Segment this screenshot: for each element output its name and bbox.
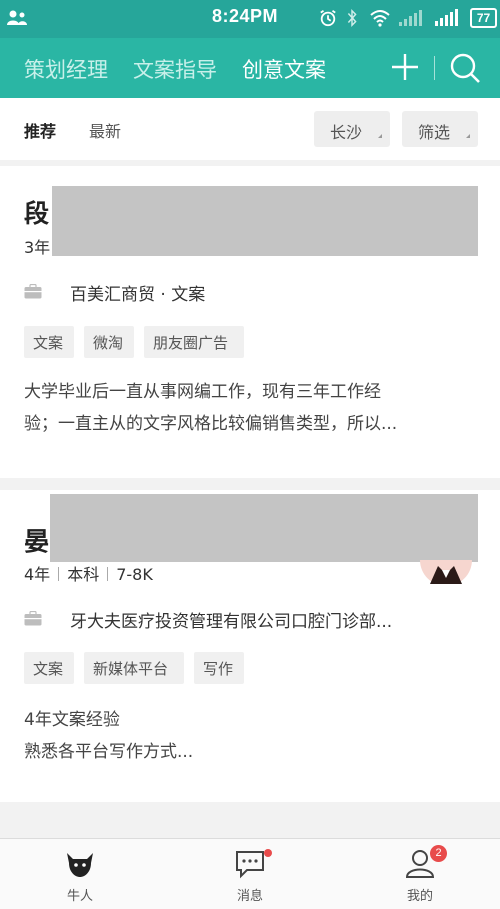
bottom-nav-messages[interactable]: 消息 [190, 839, 310, 909]
bottom-nav-label: 消息 [236, 889, 263, 904]
bottom-nav-profile[interactable]: 2 我的 [360, 839, 480, 909]
signal-icon [399, 10, 422, 26]
avatar[interactable] [418, 560, 474, 584]
skill-tag: 文案 [24, 326, 74, 358]
dropdown-triangle-icon [466, 134, 470, 138]
candidate-summary: 4年文案经验 熟悉各平台写作方式... [24, 704, 193, 768]
filter-tab-recommended[interactable]: 推荐 [24, 118, 56, 142]
bottom-nav-label: 我的 [406, 889, 433, 904]
nav-divider [434, 56, 435, 80]
candidate-card[interactable]: 晏 4年 本科 7-8K 牙大夫医疗投资管理有限公司口腔门诊部... 文案 新媒体平… [0, 490, 500, 802]
city-select[interactable]: 长沙 [314, 111, 390, 147]
redacted-block [52, 186, 478, 256]
redacted-block [50, 494, 478, 562]
company-row: 牙大夫医疗投资管理有限公司口腔门诊部... [24, 607, 494, 632]
filter-bar: 推荐 最新 长沙 筛选 [0, 98, 500, 160]
wifi-icon [370, 10, 390, 27]
bottom-nav-label: 牛人 [66, 889, 93, 904]
bottom-nav: 牛人 消息 2 我的 [0, 838, 500, 909]
skill-tag: 新媒体平台 [84, 652, 184, 684]
candidate-meta: 3年 [24, 238, 51, 257]
candidate-meta: 4年 本科 7-8K [24, 561, 153, 585]
bottom-nav-talents[interactable]: 牛人 [20, 839, 140, 909]
plus-icon[interactable] [390, 52, 420, 82]
briefcase-icon [24, 611, 42, 626]
skill-tag: 微淘 [84, 326, 134, 358]
education-level: 本科 [67, 565, 100, 584]
experience-years: 4年 [24, 565, 51, 584]
search-icon[interactable] [449, 52, 481, 84]
salary-range: 7-8K [116, 565, 153, 584]
skill-tag: 写作 [194, 652, 244, 684]
company-row: 百美汇商贸 · 文案 [24, 280, 484, 305]
candidate-card[interactable]: 段 3年 百美汇商贸 · 文案 文案 微淘 朋友圈广告 大学毕业后一直从事网编工… [0, 166, 500, 478]
tab-copy-director[interactable]: 文案指导 [133, 54, 217, 84]
summary-line: 验；一直主从的文字风格比较偏销售类型，所以... [24, 414, 398, 434]
tab-planning-manager[interactable]: 策划经理 [24, 54, 108, 84]
bluetooth-icon [347, 9, 357, 27]
summary-line: 大学毕业后一直从事网编工作，现有三年工作经 [24, 382, 381, 402]
status-time: 8:24PM [212, 6, 279, 26]
candidate-name: 晏 [24, 527, 50, 556]
top-nav: 策划经理 文案指导 创意文案 [0, 38, 500, 98]
company-name: 百美汇商贸 · 文案 [70, 285, 206, 305]
summary-line: 熟悉各平台写作方式... [24, 742, 194, 762]
signal-icon [435, 9, 458, 26]
notification-badge: 2 [430, 845, 447, 862]
bull-icon [67, 853, 93, 877]
summary-line: 4年文案经验 [24, 710, 120, 730]
company-name: 牙大夫医疗投资管理有限公司口腔门诊部... [70, 612, 393, 632]
filter-button[interactable]: 筛选 [402, 111, 478, 147]
tab-creative-copywriter[interactable]: 创意文案 [242, 54, 326, 84]
filter-label: 筛选 [418, 123, 451, 142]
alarm-icon [320, 10, 336, 27]
status-bar: 8:24PM 77 [0, 0, 500, 38]
city-label: 长沙 [330, 123, 363, 142]
candidate-summary: 大学毕业后一直从事网编工作，现有三年工作经 验；一直主从的文字风格比较偏销售类型… [24, 376, 397, 440]
battery-icon: 77 [470, 8, 497, 28]
skill-tag: 朋友圈广告 [144, 326, 244, 358]
user-icon [7, 10, 27, 25]
unread-dot [264, 849, 272, 857]
message-icon [236, 851, 264, 879]
briefcase-icon [24, 284, 42, 299]
skill-tag: 文案 [24, 652, 74, 684]
candidate-name: 段 [24, 199, 50, 228]
dropdown-triangle-icon [378, 134, 382, 138]
filter-tab-latest[interactable]: 最新 [89, 118, 121, 142]
